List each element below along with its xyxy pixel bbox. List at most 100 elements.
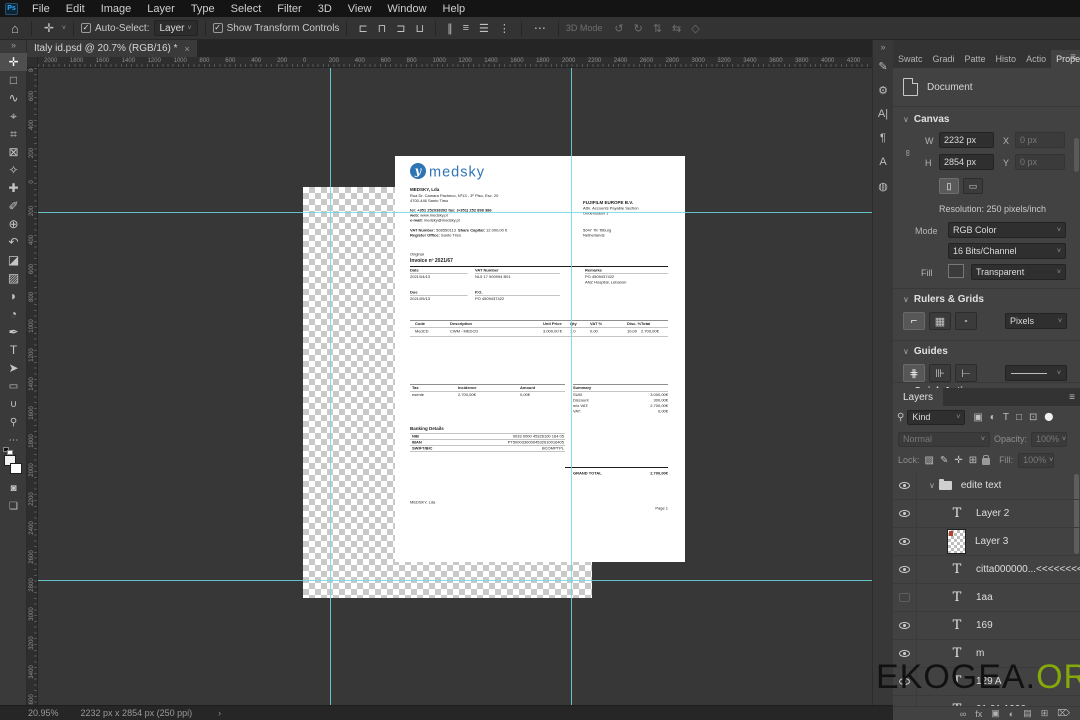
filter-type-layers-icon[interactable]: T xyxy=(1003,412,1009,423)
quick-mask-icon[interactable]: ◙ xyxy=(0,479,27,497)
shape-tool[interactable]: ▭ xyxy=(0,377,27,395)
lock-all-icon[interactable] xyxy=(982,455,991,465)
frame-tool[interactable]: ⊠ xyxy=(0,143,27,161)
guide-style-dropdown[interactable]: ˅ xyxy=(1005,365,1067,381)
guide-horizontal-2[interactable] xyxy=(38,580,872,581)
link-layers-icon[interactable]: ∞ xyxy=(960,709,966,719)
menu-edit[interactable]: Edit xyxy=(58,0,93,17)
layer-mask-icon[interactable]: ▣ xyxy=(991,708,1000,719)
layer-visibility-toggle[interactable] xyxy=(893,583,917,612)
more-options-icon[interactable]: ⋯ xyxy=(529,21,551,35)
distribute-middle-icon[interactable]: ⋮ xyxy=(495,22,514,35)
panel-tab-gradi[interactable]: Gradi xyxy=(928,50,960,68)
menu-select[interactable]: Select xyxy=(223,0,270,17)
adjustment-layer-icon[interactable]: ◐ xyxy=(1009,709,1014,719)
canvas-width-field[interactable]: 2232 px xyxy=(939,132,994,148)
link-dimensions-icon[interactable]: ∞ xyxy=(903,150,913,156)
chevron-down-icon[interactable]: ∨ xyxy=(903,347,909,356)
panel-tab-patte[interactable]: Patte xyxy=(960,50,991,68)
filter-toggle-icon[interactable]: ⬤ xyxy=(1044,412,1053,423)
guide-vertical-1[interactable] xyxy=(330,68,331,705)
toggle-pixel-grid-button[interactable]: ⬞ xyxy=(955,312,977,330)
menu-type[interactable]: Type xyxy=(183,0,223,17)
menu-filter[interactable]: Filter xyxy=(269,0,309,17)
fill-swatch[interactable] xyxy=(948,264,964,278)
close-icon[interactable]: × xyxy=(185,44,190,54)
horizontal-ruler[interactable]: 2000 1800 1600 1400 1200 1000 800 600 400 200 0 200… xyxy=(38,57,872,68)
move-tool[interactable]: ✛ xyxy=(0,53,27,71)
layer-row[interactable]: T 169 xyxy=(893,611,1080,640)
guide-horizontal-1[interactable] xyxy=(38,212,872,213)
auto-select-checkbox[interactable]: ✓ xyxy=(81,23,92,33)
document-tab[interactable]: Italy id.psd @ 20.7% (RGB/16) * × xyxy=(27,40,197,57)
lock-guides-button[interactable]: ⊪ xyxy=(929,364,951,382)
background-color-swatch[interactable] xyxy=(10,463,22,474)
home-icon[interactable]: ⌂ xyxy=(6,21,24,36)
new-layer-icon[interactable]: ⊞ xyxy=(1041,708,1049,719)
paragraph-panel-icon[interactable]: ¶ xyxy=(873,126,894,150)
zoom-level-field[interactable]: 20.95% xyxy=(28,708,59,718)
distribute-horizontal-icon[interactable]: ≡ xyxy=(459,22,473,34)
clone-stamp-tool[interactable]: ⊕ xyxy=(0,215,27,233)
chevron-down-icon[interactable]: ∨ xyxy=(903,295,909,304)
layer-row[interactable]: T 1aa xyxy=(893,583,1080,612)
layer-row[interactable]: Tcitta000000...<<<<<<<<0 d xyxy=(893,555,1080,584)
toggle-grid-button[interactable]: ▦ xyxy=(929,312,951,330)
history-brush-tool[interactable]: ↶ xyxy=(0,233,27,251)
eyedropper-tool[interactable]: ✧ xyxy=(0,161,27,179)
filter-shape-layers-icon[interactable]: □ xyxy=(1016,412,1022,423)
canvas-height-field[interactable]: 2854 px xyxy=(939,154,994,170)
layers-panel-menu-icon[interactable]: ≡ xyxy=(1069,392,1075,403)
status-chevron-icon[interactable]: › xyxy=(218,708,221,718)
layer-visibility-toggle[interactable] xyxy=(893,555,917,584)
menu-3d[interactable]: 3D xyxy=(310,0,340,17)
filter-pixel-layers-icon[interactable]: ▣ xyxy=(973,412,982,423)
adjustments-panel-icon[interactable]: ⚙ xyxy=(873,78,894,102)
zoom-tool[interactable]: ⚲ xyxy=(0,413,27,431)
align-center-icon[interactable]: ⊓ xyxy=(374,22,391,35)
libraries-panel-icon[interactable]: ◍ xyxy=(873,174,894,198)
layer-row[interactable]: ∨ edite text xyxy=(893,472,1080,500)
3d-rotate-icon[interactable]: ↺ xyxy=(610,22,627,35)
panel-menu-icon[interactable]: ≡ xyxy=(1070,52,1076,63)
menu-view[interactable]: View xyxy=(340,0,380,17)
hand-tool[interactable]: ∪ xyxy=(0,395,27,413)
panel-tab-swatc[interactable]: Swatc xyxy=(893,50,928,68)
brush-tool[interactable]: ✐ xyxy=(0,197,27,215)
menu-window[interactable]: Window xyxy=(379,0,434,17)
menu-image[interactable]: Image xyxy=(93,0,140,17)
properties-scrollbar[interactable] xyxy=(1074,138,1079,172)
gradient-tool[interactable]: ▨ xyxy=(0,269,27,287)
chevron-down-icon[interactable]: ˅ xyxy=(62,25,66,32)
move-tool-icon[interactable]: ✛ xyxy=(39,21,59,35)
history-panel-icon[interactable]: ✎ xyxy=(873,54,894,78)
layer-visibility-toggle[interactable] xyxy=(893,499,917,528)
layer-filter-kind-dropdown[interactable]: Kind ˅ xyxy=(907,409,966,425)
orientation-portrait-button[interactable]: ▯ xyxy=(939,178,959,194)
layer-row[interactable]: Layer 3 xyxy=(893,527,1080,556)
chevron-down-icon[interactable]: ∨ xyxy=(903,115,909,124)
lock-move-icon[interactable]: ✛ xyxy=(954,455,962,466)
pen-tool[interactable]: ✒ xyxy=(0,323,27,341)
panel-tab-histo[interactable]: Histo xyxy=(991,50,1022,68)
collapse-toolbar-icon[interactable]: » xyxy=(0,40,27,53)
filter-smart-objects-icon[interactable]: ⊡ xyxy=(1029,412,1037,423)
panel-tab-actio[interactable]: Actio xyxy=(1021,50,1051,68)
marquee-tool[interactable]: □ xyxy=(0,71,27,89)
lasso-tool[interactable]: ∿ xyxy=(0,89,27,107)
vertical-ruler[interactable]: 8006004002000200400600800100012001400160… xyxy=(27,68,38,705)
layer-visibility-toggle[interactable] xyxy=(893,527,917,556)
units-dropdown[interactable]: Pixels ˅ xyxy=(1005,313,1067,329)
layers-tab[interactable]: Layers xyxy=(893,388,944,406)
blur-tool[interactable]: ◗ xyxy=(0,287,27,305)
healing-brush-tool[interactable]: ✚ xyxy=(0,179,27,197)
screen-mode-icon[interactable]: ❏ xyxy=(0,497,27,515)
3d-scale-icon[interactable]: ◇ xyxy=(687,22,703,35)
guide-vertical-2[interactable] xyxy=(571,68,572,705)
filter-adjustment-layers-icon[interactable]: ◐ xyxy=(990,412,996,423)
character-panel-icon[interactable]: A| xyxy=(873,102,894,126)
delete-layer-icon[interactable]: ⌦ xyxy=(1057,708,1070,719)
distribute-top-icon[interactable]: ☰ xyxy=(475,22,493,35)
fill-dropdown[interactable]: Transparent ˅ xyxy=(971,264,1066,280)
show-transform-checkbox[interactable]: ✓ xyxy=(212,23,223,33)
